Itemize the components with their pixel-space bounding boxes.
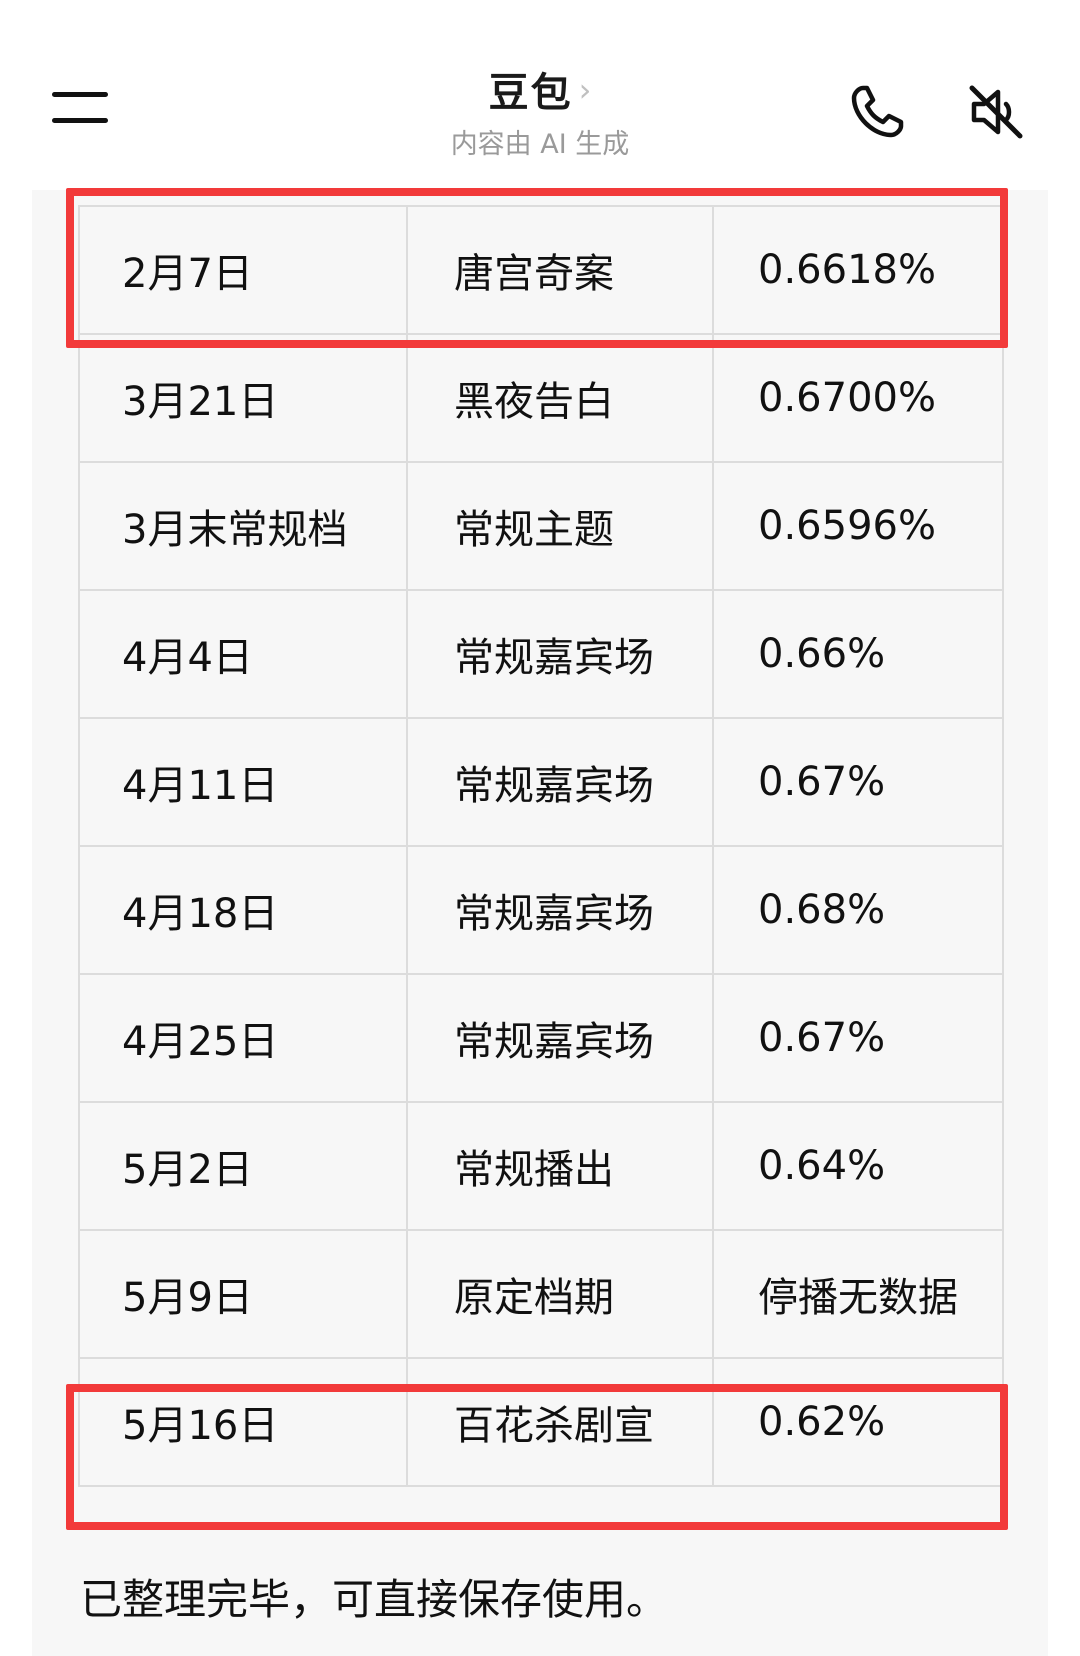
speaker-muted-icon[interactable] bbox=[964, 80, 1028, 144]
rating-table: 2月7日 唐宫奇案 0.6618% 3月21日 黑夜告白 0.6700% 3月末… bbox=[78, 205, 1004, 1487]
app-title: 豆包 bbox=[488, 70, 573, 116]
date-cell: 2月7日 bbox=[78, 205, 408, 335]
table-row: 4月18日 常规嘉宾场 0.68% bbox=[78, 845, 1004, 975]
program-cell: 黑夜告白 bbox=[406, 333, 714, 463]
program-cell: 常规播出 bbox=[406, 1101, 714, 1231]
date-cell: 4月11日 bbox=[78, 717, 408, 847]
program-cell: 唐宫奇案 bbox=[406, 205, 714, 335]
program-cell: 常规嘉宾场 bbox=[406, 973, 714, 1103]
rating-cell: 0.6596% bbox=[712, 461, 1004, 591]
program-cell: 常规嘉宾场 bbox=[406, 589, 714, 719]
rating-cell: 0.68% bbox=[712, 845, 1004, 975]
rating-cell: 0.66% bbox=[712, 589, 1004, 719]
phone-icon[interactable] bbox=[845, 80, 909, 144]
program-cell: 常规嘉宾场 bbox=[406, 717, 714, 847]
program-cell: 原定档期 bbox=[406, 1229, 714, 1359]
table-row: 3月末常规档 常规主题 0.6596% bbox=[78, 461, 1004, 591]
title-block: 豆包 › 内容由 AI 生成 bbox=[390, 60, 690, 161]
date-cell: 4月25日 bbox=[78, 973, 408, 1103]
top-bar: 豆包 › 内容由 AI 生成 bbox=[0, 0, 1080, 190]
date-cell: 3月末常规档 bbox=[78, 461, 408, 591]
table-row: 5月9日 原定档期 停播无数据 bbox=[78, 1229, 1004, 1359]
table-row: 4月11日 常规嘉宾场 0.67% bbox=[78, 717, 1004, 847]
rating-cell: 0.6700% bbox=[712, 333, 1004, 463]
hamburger-menu-icon[interactable] bbox=[52, 84, 112, 128]
date-cell: 4月18日 bbox=[78, 845, 408, 975]
date-cell: 5月16日 bbox=[78, 1357, 408, 1487]
table-row: 5月16日 百花杀剧宣 0.62% bbox=[78, 1357, 1004, 1487]
program-cell: 常规嘉宾场 bbox=[406, 845, 714, 975]
table-row: 3月21日 黑夜告白 0.6700% bbox=[78, 333, 1004, 463]
program-cell: 百花杀剧宣 bbox=[406, 1357, 714, 1487]
date-cell: 4月4日 bbox=[78, 589, 408, 719]
rating-cell: 0.6618% bbox=[712, 205, 1004, 335]
table-row: 2月7日 唐宫奇案 0.6618% bbox=[78, 205, 1004, 335]
reply-message: 已整理完毕，可直接保存使用。 bbox=[80, 1575, 669, 1624]
date-cell: 3月21日 bbox=[78, 333, 408, 463]
table-row: 5月2日 常规播出 0.64% bbox=[78, 1101, 1004, 1231]
date-cell: 5月9日 bbox=[78, 1229, 408, 1359]
table-row: 4月4日 常规嘉宾场 0.66% bbox=[78, 589, 1004, 719]
program-cell: 常规主题 bbox=[406, 461, 714, 591]
ai-generated-notice: 内容由 AI 生成 bbox=[450, 129, 630, 160]
rating-cell: 0.67% bbox=[712, 717, 1004, 847]
table-row: 4月25日 常规嘉宾场 0.67% bbox=[78, 973, 1004, 1103]
date-cell: 5月2日 bbox=[78, 1101, 408, 1231]
chevron-right-icon: › bbox=[578, 71, 592, 109]
rating-cell: 0.62% bbox=[712, 1357, 1004, 1487]
bot-title-link[interactable]: 豆包 › bbox=[390, 60, 690, 118]
rating-cell: 0.64% bbox=[712, 1101, 1004, 1231]
rating-cell: 停播无数据 bbox=[712, 1229, 1004, 1359]
rating-cell: 0.67% bbox=[712, 973, 1004, 1103]
